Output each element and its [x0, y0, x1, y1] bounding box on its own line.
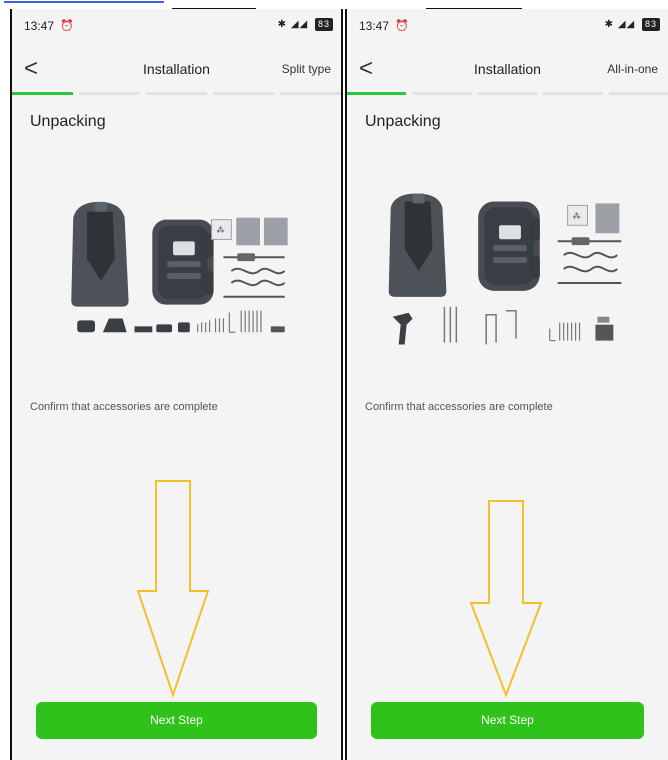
- svg-text:⁂: ⁂: [573, 211, 581, 220]
- nav-bar: < Installation Split type: [12, 57, 341, 87]
- next-step-button[interactable]: Next Step: [371, 702, 644, 739]
- section-title: Unpacking: [30, 113, 106, 130]
- install-type-button[interactable]: All-in-one: [607, 62, 658, 76]
- battery-icon: 83: [314, 18, 333, 31]
- progress-step: [347, 92, 407, 95]
- battery-icon: 83: [641, 18, 660, 31]
- accessories-illustration: ⁂: [71, 201, 288, 333]
- progress-step: [280, 92, 341, 95]
- down-arrow-annotation: [469, 500, 543, 698]
- phone-screen-split-type: 13:47 ⏰ ✱ ◢◢ 83 < Installation Split typ…: [10, 9, 343, 760]
- signal-icon: ◢◢: [290, 19, 309, 30]
- progress-step: [12, 92, 73, 95]
- progress-step: [213, 92, 274, 95]
- status-time: 13:47: [359, 19, 390, 33]
- signal-icon: ◢◢: [617, 19, 636, 30]
- progress-step: [608, 92, 668, 95]
- status-time: 13:47: [24, 19, 55, 33]
- step-progress: [12, 92, 341, 96]
- next-step-button[interactable]: Next Step: [36, 702, 317, 739]
- progress-step: [543, 92, 603, 95]
- down-arrow-annotation: [136, 480, 210, 699]
- svg-text:⁂: ⁂: [217, 226, 225, 235]
- progress-step: [79, 92, 140, 95]
- progress-step: [146, 92, 207, 95]
- confirm-text: Confirm that accessories are complete: [30, 401, 218, 413]
- alarm-icon: ⏰: [395, 20, 409, 32]
- nav-bar: < Installation All-in-one: [347, 57, 668, 87]
- bluetooth-icon: ✱: [277, 19, 288, 30]
- status-icons: ✱ ◢◢ 83: [278, 18, 333, 31]
- status-icons: ✱ ◢◢ 83: [605, 18, 660, 31]
- top-link-fragment: [4, 0, 164, 3]
- status-bar: 13:47 ⏰ ✱ ◢◢ 83: [12, 9, 341, 41]
- status-bar: 13:47 ⏰ ✱ ◢◢ 83: [347, 9, 668, 41]
- alarm-icon: ⏰: [60, 20, 74, 32]
- phone-screen-all-in-one: 13:47 ⏰ ✱ ◢◢ 83 < Installation All-in-on…: [345, 9, 668, 760]
- bluetooth-icon: ✱: [604, 19, 615, 30]
- section-title: Unpacking: [365, 113, 441, 130]
- step-progress: [347, 92, 668, 96]
- progress-step: [477, 92, 538, 95]
- confirm-text: Confirm that accessories are complete: [365, 401, 553, 413]
- install-type-button[interactable]: Split type: [282, 62, 331, 76]
- progress-step: [412, 92, 472, 95]
- accessories-illustration: ⁂: [388, 193, 622, 345]
